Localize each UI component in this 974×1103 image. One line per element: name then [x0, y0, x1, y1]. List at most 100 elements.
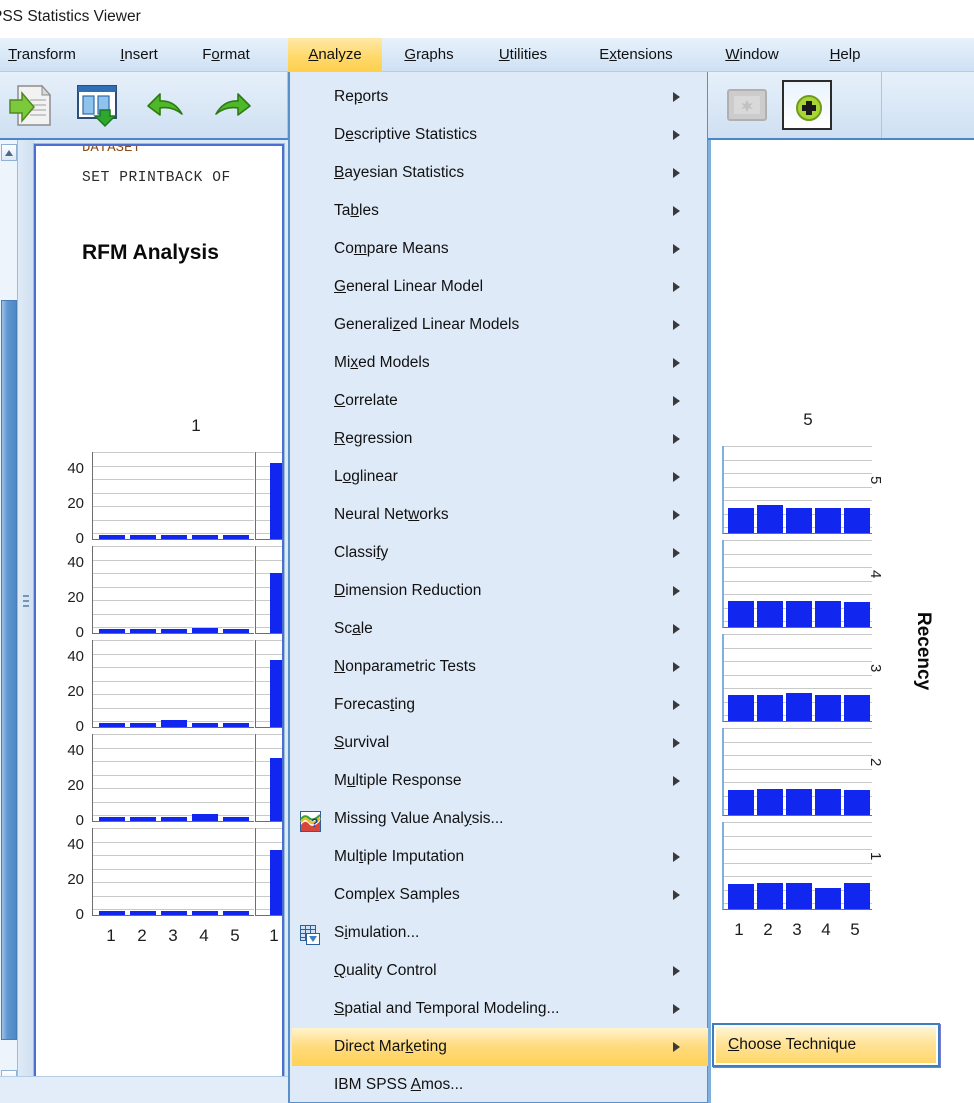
chart-panel — [722, 634, 872, 722]
menu-item-reports[interactable]: Reports — [292, 78, 708, 116]
menubar-item-format[interactable]: Format — [182, 38, 270, 72]
menubar-item-insert[interactable]: Insert — [100, 38, 178, 72]
menu-item-label: Scale — [334, 610, 373, 648]
menu-item-survival[interactable]: Survival — [292, 724, 708, 762]
histogram-bar — [815, 601, 841, 627]
menu-item-complex-samples[interactable]: Complex Samples — [292, 876, 708, 914]
save-split-view-icon[interactable] — [72, 80, 122, 130]
menubar-item-analyze[interactable]: Analyze — [288, 38, 382, 72]
menu-item-mixed-models[interactable]: Mixed Models — [292, 344, 708, 382]
gridline — [724, 661, 872, 662]
histogram-bar — [192, 723, 218, 727]
gridline — [93, 560, 254, 561]
menu-item-direct-marketing[interactable]: Direct Marketing — [292, 1028, 708, 1066]
menu-item-neural-networks[interactable]: Neural Networks — [292, 496, 708, 534]
menu-item-simulation[interactable]: Simulation... — [292, 914, 708, 952]
histogram-bar — [223, 723, 249, 727]
histogram-bar — [130, 817, 156, 821]
menu-item-descriptive-statistics[interactable]: Descriptive Statistics — [292, 116, 708, 154]
menu-item-spatial-and-temporal-modeling[interactable]: Spatial and Temporal Modeling... — [292, 990, 708, 1028]
menu-item-general-linear-model[interactable]: General Linear Model — [292, 268, 708, 306]
y-axis-tick-label: 40 — [38, 742, 84, 759]
submenu-arrow-icon — [673, 776, 680, 786]
menubar-item-extensions[interactable]: Extensions — [578, 38, 694, 72]
menu-item-generalized-linear-models[interactable]: Generalized Linear Models — [292, 306, 708, 344]
menu-item-scale[interactable]: Scale — [292, 610, 708, 648]
menu-item-choose-technique[interactable]: Choose Technique — [716, 1027, 936, 1063]
scrollbar-thumb[interactable] — [1, 300, 17, 1040]
menu-item-forecasting[interactable]: Forecasting — [292, 686, 708, 724]
y-axis-tick-label: 20 — [38, 589, 84, 606]
menu-item-dimension-reduction[interactable]: Dimension Reduction — [292, 572, 708, 610]
histogram-bar — [270, 573, 284, 633]
row-tick-label: 2 — [867, 758, 884, 766]
gridline — [93, 761, 254, 762]
menubar-item-window[interactable]: Window — [706, 38, 798, 72]
menu-item-regression[interactable]: Regression — [292, 420, 708, 458]
menu-item-correlate[interactable]: Correlate — [292, 382, 708, 420]
histogram-bar — [130, 629, 156, 633]
submenu-arrow-icon — [673, 282, 680, 292]
gridline — [724, 742, 872, 743]
gridline — [724, 460, 872, 461]
gridline — [724, 782, 872, 783]
scroll-up-arrow-icon[interactable] — [1, 144, 17, 161]
menu-item-missing-value-analysis[interactable]: ?Missing Value Analysis... — [292, 800, 708, 838]
menu-item-nonparametric-tests[interactable]: Nonparametric Tests — [292, 648, 708, 686]
chart-panel — [722, 728, 872, 816]
menubar-item-utilities[interactable]: Utilities — [476, 38, 570, 72]
menu-item-tables[interactable]: Tables — [292, 192, 708, 230]
menu-item-multiple-imputation[interactable]: Multiple Imputation — [292, 838, 708, 876]
menu-item-label: Spatial and Temporal Modeling... — [334, 990, 559, 1028]
submenu-arrow-icon — [673, 472, 680, 482]
gridline — [93, 734, 254, 735]
histogram-bar — [728, 601, 754, 627]
menu-item-label: Descriptive Statistics — [334, 116, 477, 154]
gridline — [93, 802, 254, 803]
menubar-item-graphs[interactable]: Graphs — [384, 38, 474, 72]
histogram-bar — [844, 883, 870, 909]
splitter-grip-icon — [23, 595, 29, 613]
histogram-bar — [844, 508, 870, 533]
gridline — [93, 466, 254, 467]
menubar-item-help[interactable]: Help — [812, 38, 878, 72]
menu-item-ibm-spss-amos[interactable]: IBM SPSS Amos... — [292, 1066, 708, 1103]
histogram-bar — [815, 508, 841, 533]
menu-item-quality-control[interactable]: Quality Control — [292, 952, 708, 990]
menu-item-classify[interactable]: Classify — [292, 534, 708, 572]
menu-item-multiple-response[interactable]: Multiple Response — [292, 762, 708, 800]
histogram-bar — [192, 628, 218, 633]
y-axis-tick-label: 0 — [38, 624, 84, 641]
gridline — [93, 493, 254, 494]
menubar-item-transform[interactable]: Transform — [0, 38, 92, 72]
menu-item-bayesian-statistics[interactable]: Bayesian Statistics — [292, 154, 708, 192]
menu-item-loglinear[interactable]: Loglinear — [292, 458, 708, 496]
gridline — [724, 675, 872, 676]
histogram-bar — [815, 789, 841, 815]
submenu-arrow-icon — [673, 168, 680, 178]
undo-icon[interactable] — [140, 80, 190, 130]
gridline — [724, 769, 872, 770]
histogram-bar — [130, 911, 156, 915]
histogram-bar — [192, 814, 218, 821]
menu-item-label: Simulation... — [334, 914, 419, 952]
page-title: RFM Analysis — [82, 241, 219, 265]
chart-panel — [92, 828, 254, 916]
insert-new-icon[interactable] — [782, 80, 832, 130]
histogram-bar — [786, 693, 812, 721]
menu-item-compare-means[interactable]: Compare Means — [292, 230, 708, 268]
gridline — [93, 855, 254, 856]
outline-scrollbar[interactable] — [0, 140, 18, 1103]
pane-splitter[interactable] — [18, 140, 34, 1103]
y-axis-tick-label: 40 — [38, 648, 84, 665]
redo-icon[interactable] — [208, 80, 258, 130]
gridline — [724, 863, 872, 864]
submenu-arrow-icon — [673, 130, 680, 140]
chart-panel — [92, 640, 254, 728]
simulation-icon — [300, 923, 321, 944]
export-document-icon[interactable] — [4, 80, 54, 130]
histogram-bar — [223, 817, 249, 821]
submenu-arrow-icon — [673, 1004, 680, 1014]
x-axis-tick-label: 5 — [218, 926, 252, 946]
chart-pane-right: 5 54321 12345 Recency — [708, 140, 974, 1103]
